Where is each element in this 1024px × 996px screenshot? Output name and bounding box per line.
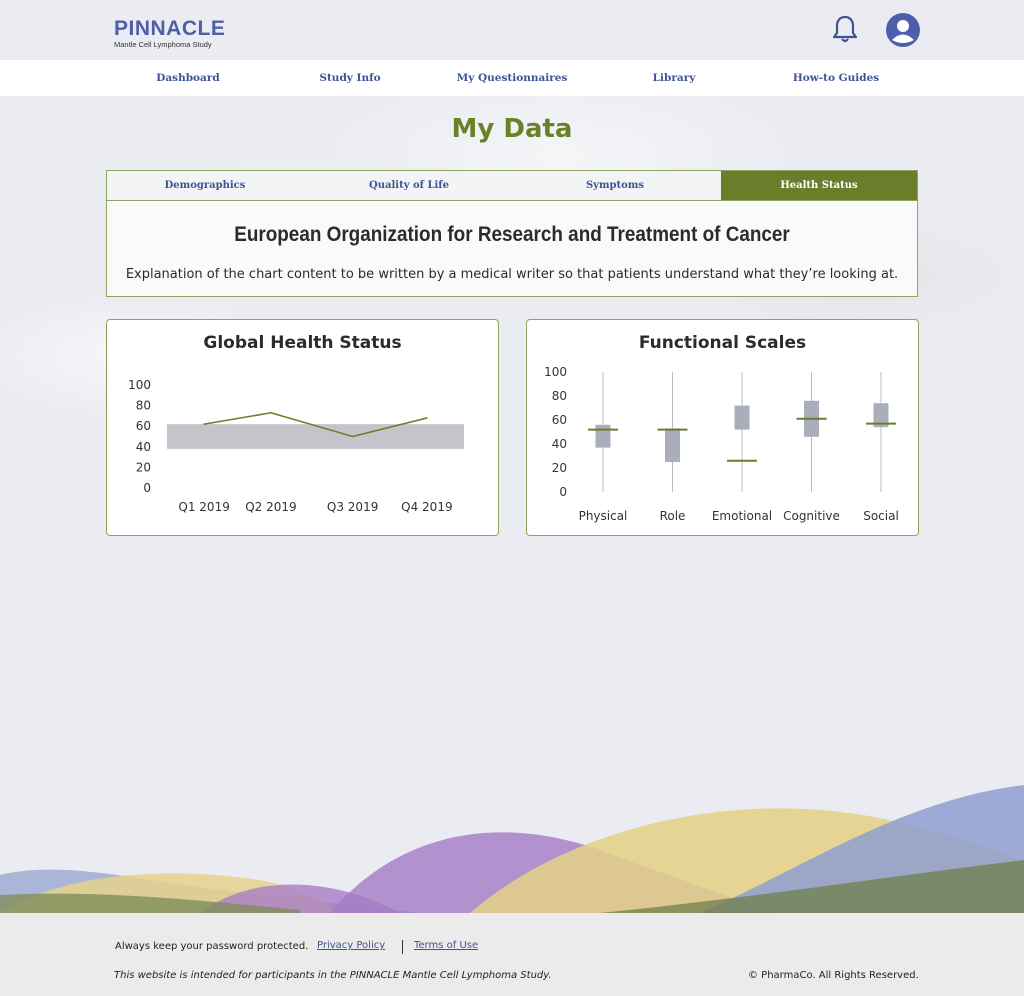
- header: PINNACLE Mantle Cell Lymphoma Study: [0, 0, 1024, 60]
- page-title: My Data: [451, 114, 573, 144]
- y-tick-label: 100: [128, 378, 151, 392]
- bell-icon[interactable]: [831, 14, 859, 44]
- tab-health-status[interactable]: Health Status: [721, 171, 917, 200]
- data-point: [270, 412, 272, 414]
- study-disclaimer: This website is intended for participant…: [114, 970, 552, 981]
- data-point: [426, 417, 428, 419]
- x-tick-label: Q3 2019: [327, 500, 378, 514]
- x-tick-label: Q1 2019: [178, 500, 229, 514]
- x-tick-label: Q4 2019: [401, 500, 452, 514]
- y-tick-label: 0: [143, 481, 151, 495]
- info-title: European Organization for Research and T…: [234, 223, 790, 246]
- info-description: Explanation of the chart content to be w…: [125, 267, 899, 282]
- privacy-policy-link[interactable]: Privacy Policy: [317, 940, 385, 951]
- decorative-waves: [0, 780, 1024, 913]
- x-tick-label: Social: [863, 509, 899, 523]
- box-body: [665, 428, 680, 462]
- y-tick-label: 0: [559, 485, 567, 499]
- terms-of-use-link[interactable]: Terms of Use: [414, 940, 478, 951]
- data-point: [351, 435, 354, 438]
- footer-divider: [402, 940, 403, 954]
- brand-subtitle: Mantle Cell Lymphoma Study: [114, 40, 212, 49]
- main-nav: Dashboard Study Info My Questionnaires L…: [0, 60, 1024, 96]
- brand-logo[interactable]: PINNACLE Mantle Cell Lymphoma Study: [114, 17, 226, 50]
- y-tick-label: 100: [544, 365, 567, 379]
- y-tick-label: 60: [552, 413, 567, 427]
- tab-symptoms[interactable]: Symptoms: [517, 171, 713, 200]
- functional-scales-chart: 0 20 40 60 80 100 Physical Role Emotional Cogniti…: [544, 365, 899, 523]
- x-tick-label: Q2 2019: [245, 500, 296, 514]
- y-tick-label: 80: [552, 389, 567, 403]
- nav-item-library[interactable]: Library: [593, 60, 755, 96]
- nav-item-how-to-guides[interactable]: How-to Guides: [755, 60, 917, 96]
- footer: Always keep your password protected. Pri…: [0, 913, 1024, 996]
- nav-item-study-info[interactable]: Study Info: [269, 60, 431, 96]
- x-tick-label: Role: [660, 509, 686, 523]
- password-note: Always keep your password protected.: [115, 941, 309, 952]
- y-tick-label: 20: [136, 460, 151, 474]
- y-tick-label: 60: [136, 419, 151, 433]
- tab-demographics[interactable]: Demographics: [107, 171, 303, 200]
- x-tick-label: Emotional: [712, 509, 772, 523]
- reference-band: [167, 424, 464, 449]
- nav-item-my-questionnaires[interactable]: My Questionnaires: [431, 60, 593, 96]
- x-tick-label: Physical: [579, 509, 628, 523]
- box-body: [595, 424, 611, 448]
- box-body: [734, 405, 750, 430]
- global-health-status-card: Global Health Status 0 20 40 60 80 100 Q1 2019…: [106, 319, 499, 536]
- nav-item-dashboard[interactable]: Dashboard: [107, 60, 269, 96]
- y-tick-label: 80: [136, 399, 151, 413]
- brand-name: PINNACLE: [114, 17, 226, 40]
- user-avatar-icon[interactable]: [886, 13, 920, 47]
- global-health-status-chart: 0 20 40 60 80 100 Q1 2019 Q2 2019 Q3 2019 Q4 2019: [128, 378, 464, 514]
- functional-scales-card: Functional Scales 0 20 40 60 80 100 Physical Ro…: [526, 319, 919, 536]
- tab-quality-of-life[interactable]: Quality of Life: [311, 171, 507, 200]
- x-tick-label: Cognitive: [783, 509, 840, 523]
- y-tick-label: 40: [136, 440, 151, 454]
- y-tick-label: 40: [552, 437, 567, 451]
- y-tick-label: 20: [552, 461, 567, 475]
- data-tabs: Demographics Quality of Life Symptoms He…: [106, 170, 918, 201]
- copyright: © PharmaCo. All Rights Reserved.: [748, 970, 919, 981]
- data-point: [203, 423, 205, 425]
- info-panel: European Organization for Research and T…: [106, 200, 918, 297]
